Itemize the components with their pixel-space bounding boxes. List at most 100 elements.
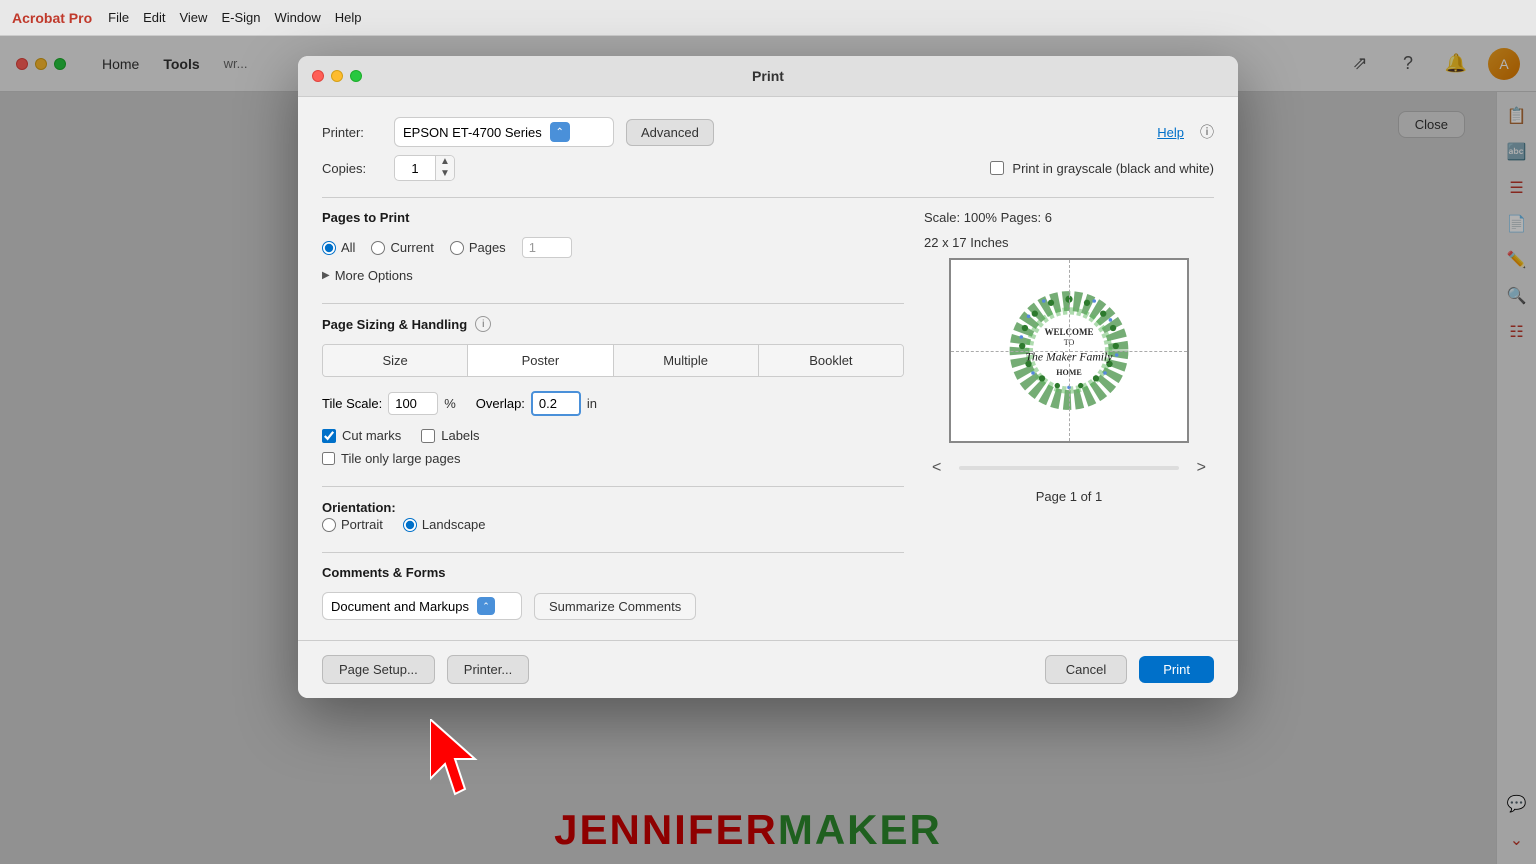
tab-booklet[interactable]: Booklet: [759, 345, 903, 376]
cut-marks-checkbox[interactable]: [322, 429, 336, 443]
preview-dashed-line-h: [951, 351, 1187, 352]
preview-area: Scale: 100% Pages: 6 22 x 17 Inches: [924, 210, 1214, 504]
grayscale-checkbox[interactable]: [990, 161, 1004, 175]
tile-scale-group: Tile Scale: %: [322, 392, 456, 415]
dialog-titlebar: Print: [298, 56, 1238, 97]
menu-file[interactable]: File: [108, 10, 129, 25]
help-link[interactable]: Help: [1157, 125, 1184, 140]
print-button[interactable]: Print: [1139, 656, 1214, 683]
comments-select[interactable]: Document and Markups ⌃: [322, 592, 522, 620]
dialog-minimize-btn[interactable]: [331, 70, 343, 82]
dialog-zoom-btn[interactable]: [350, 70, 362, 82]
more-options-chevron-icon: ▶: [322, 270, 330, 281]
tile-scale-input[interactable]: [388, 392, 438, 415]
pages-section: Pages to Print All Current: [322, 210, 904, 283]
tab-size[interactable]: Size: [323, 345, 468, 376]
pages-all-option: All: [322, 240, 355, 255]
comments-value: Document and Markups: [331, 599, 469, 614]
summarize-button[interactable]: Summarize Comments: [534, 593, 696, 620]
menu-edit[interactable]: Edit: [143, 10, 165, 25]
page-size-info: 22 x 17 Inches: [924, 235, 1009, 250]
prev-page-btn[interactable]: <: [924, 455, 949, 481]
printer-button[interactable]: Printer...: [447, 655, 529, 684]
copies-decrement-btn[interactable]: ▼: [436, 168, 454, 180]
page-info: Page 1 of 1: [1036, 489, 1103, 504]
tab-multiple[interactable]: Multiple: [614, 345, 759, 376]
copies-input[interactable]: [395, 158, 435, 179]
grayscale-label: Print in grayscale (black and white): [1012, 161, 1214, 176]
menu-view[interactable]: View: [179, 10, 207, 25]
pages-current-option: Current: [371, 240, 433, 255]
portrait-option: Portrait: [322, 517, 383, 532]
pages-pages-radio[interactable]: [450, 241, 464, 255]
overlap-unit: in: [587, 396, 597, 411]
dialog-traffic-lights: [312, 70, 362, 82]
overlap-group: Overlap: in: [476, 391, 597, 416]
pages-range-input[interactable]: [522, 237, 572, 258]
pages-current-label: Current: [390, 240, 433, 255]
printer-select[interactable]: EPSON ET-4700 Series ⌃: [394, 117, 614, 147]
landscape-option: Landscape: [403, 517, 486, 532]
copies-stepper: ▲ ▼: [435, 156, 454, 180]
menu-window[interactable]: Window: [274, 10, 320, 25]
sizing-header: Page Sizing & Handling i: [322, 316, 904, 332]
pages-pages-label: Pages: [469, 240, 506, 255]
tab-poster[interactable]: Poster: [468, 345, 613, 376]
divider-4: [322, 552, 904, 553]
comments-dropdown-arrow[interactable]: ⌃: [477, 597, 495, 615]
page-nav-track: [959, 466, 1178, 470]
pages-options: All Current Pages: [322, 237, 904, 258]
copies-label: Copies:: [322, 161, 382, 176]
page-nav: < >: [924, 455, 1214, 481]
overlap-input[interactable]: [531, 391, 581, 416]
app-name[interactable]: Acrobat Pro: [12, 10, 92, 26]
landscape-radio[interactable]: [403, 518, 417, 532]
divider-3: [322, 486, 904, 487]
printer-value: EPSON ET-4700 Series: [403, 125, 542, 140]
portrait-label: Portrait: [341, 517, 383, 532]
grayscale-row: Print in grayscale (black and white): [990, 161, 1214, 176]
print-dialog: Print Printer: EPSON ET-4700 Series ⌃ Ad…: [298, 56, 1238, 698]
printer-dropdown-arrow[interactable]: ⌃: [550, 122, 570, 142]
next-page-btn[interactable]: >: [1189, 455, 1214, 481]
landscape-label: Landscape: [422, 517, 486, 532]
help-circle-icon[interactable]: ⓘ: [1200, 122, 1214, 142]
more-options-label: More Options: [335, 268, 413, 283]
printer-row: Printer: EPSON ET-4700 Series ⌃ Advanced…: [322, 117, 1214, 147]
orientation-header: Orientation:: [322, 500, 396, 515]
divider-2: [322, 303, 904, 304]
menu-esign[interactable]: E-Sign: [221, 10, 260, 25]
comments-header: Comments & Forms: [322, 565, 904, 580]
cut-marks-label: Cut marks: [342, 428, 401, 443]
pages-all-radio[interactable]: [322, 241, 336, 255]
labels-checkbox[interactable]: [421, 429, 435, 443]
sizing-section-header: Page Sizing & Handling: [322, 317, 467, 332]
tile-large-pages-checkbox[interactable]: [322, 452, 335, 465]
dialog-title: Print: [752, 68, 784, 84]
dialog-body: Printer: EPSON ET-4700 Series ⌃ Advanced…: [298, 97, 1238, 640]
cut-marks-option: Cut marks: [322, 428, 401, 443]
sizing-tabs: Size Poster Multiple Booklet: [322, 344, 904, 377]
scale-info: Scale: 100% Pages: 6: [924, 210, 1052, 225]
pages-section-header: Pages to Print: [322, 210, 904, 225]
copies-increment-btn[interactable]: ▲: [436, 156, 454, 168]
sizing-info-icon[interactable]: i: [475, 316, 491, 332]
copies-input-wrap: ▲ ▼: [394, 155, 455, 181]
cancel-button[interactable]: Cancel: [1045, 655, 1127, 684]
advanced-button[interactable]: Advanced: [626, 119, 714, 146]
page-setup-button[interactable]: Page Setup...: [322, 655, 435, 684]
sizing-section: Page Sizing & Handling i Size Poster Mul…: [322, 316, 904, 466]
pages-current-radio[interactable]: [371, 241, 385, 255]
preview-box: WELCOME TO The Maker Family HOME: [949, 258, 1189, 443]
copies-row: Copies: ▲ ▼ Print in grayscale (black an…: [322, 155, 1214, 181]
divider-1: [322, 197, 1214, 198]
labels-option: Labels: [421, 428, 479, 443]
portrait-radio[interactable]: [322, 518, 336, 532]
comments-chevron-icon: ⌃: [482, 601, 490, 612]
dialog-close-btn[interactable]: [312, 70, 324, 82]
dialog-overlay: Print Printer: EPSON ET-4700 Series ⌃ Ad…: [0, 36, 1536, 864]
menu-help[interactable]: Help: [335, 10, 362, 25]
orientation-section: Orientation: Portrait Landscape: [322, 499, 904, 532]
more-options[interactable]: ▶ More Options: [322, 268, 904, 283]
menubar: Acrobat Pro File Edit View E-Sign Window…: [0, 0, 1536, 36]
